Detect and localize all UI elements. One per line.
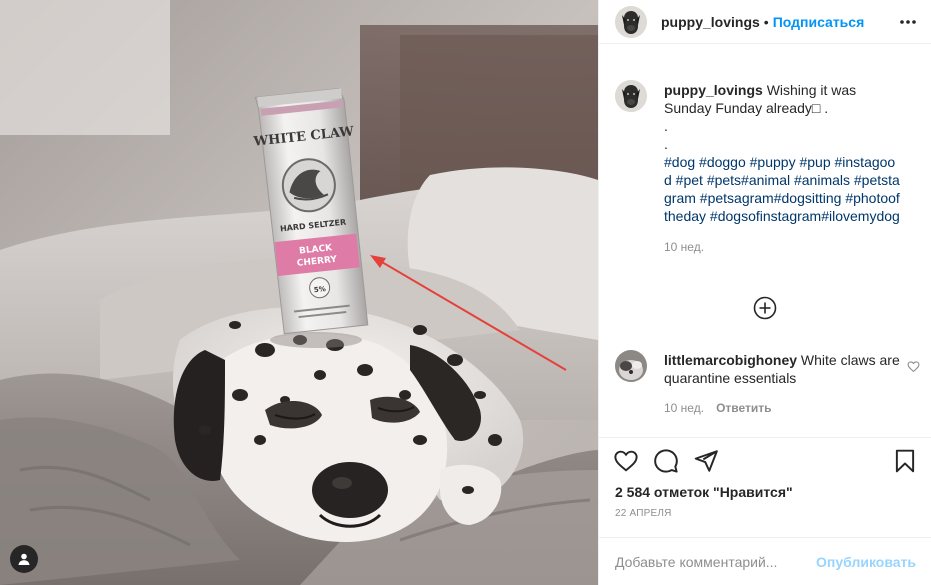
like-button[interactable] [613,448,639,474]
caption-comment: puppy_lovings Wishing it was Sunday Fund… [615,68,920,256]
post-actions [599,448,931,476]
header-divider [599,43,931,44]
puppy-avatar-image [615,5,647,38]
caption-dot-line: . [664,118,668,134]
more-horizontal-icon [900,20,916,24]
puppy-avatar-image [615,80,647,112]
caption-hashtags[interactable]: #dog #doggo #puppy #pup #instagood #pet … [664,153,902,225]
tagged-users-button[interactable] [10,545,38,573]
heart-icon [614,450,638,472]
can-abv: 5% [314,285,327,294]
commenter-username[interactable]: littlemarcobighoney [664,352,797,368]
author-avatar[interactable] [615,5,647,38]
add-comment-bar: Опубликовать [599,537,931,585]
author-username[interactable]: puppy_lovings [661,14,760,30]
comment-button[interactable] [653,448,679,474]
plus-circle-icon [753,296,777,320]
post-date[interactable]: 22 апреля [615,508,672,519]
commenter-avatar-image [615,350,647,382]
reply-button[interactable]: Ответить [716,399,771,417]
comment-like-button[interactable] [907,360,921,374]
comment-time[interactable]: 10 нед. [664,399,704,417]
share-button[interactable] [693,448,719,474]
caption-time[interactable]: 10 нед. [664,238,704,256]
commenter-avatar[interactable] [615,350,647,382]
caption-username[interactable]: puppy_lovings [664,82,763,98]
caption-avatar[interactable] [615,80,647,112]
post-header: puppy_lovings • Подписаться [599,0,931,43]
follow-button[interactable]: Подписаться [773,14,865,30]
comment-input[interactable] [615,553,817,570]
post-sidebar: puppy_lovings • Подписаться puppy_loving… [598,0,931,585]
load-more-comments-button[interactable] [753,296,777,320]
separator-dot: • [763,13,769,30]
comment-item: littlemarcobighoney White claws are quar… [615,338,920,417]
likes-count[interactable]: 2 584 отметок "Нравится" [615,484,793,500]
bookmark-icon [895,449,915,473]
user-tag-icon [18,553,30,565]
save-button[interactable] [892,448,918,474]
comments-list: puppy_lovings Wishing it was Sunday Fund… [599,68,931,436]
post-photo[interactable]: WHITE CLAW HARD SELTZER BLACK CHERRY 5% [0,0,598,585]
caption-dot-line: . [664,136,668,152]
heart-icon [907,361,920,373]
comments-divider [599,437,931,438]
more-options-button[interactable] [896,10,920,34]
paper-plane-icon [694,450,718,472]
post-comment-button[interactable]: Опубликовать [816,554,916,570]
comment-bubble-icon [654,449,678,473]
post-image: WHITE CLAW HARD SELTZER BLACK CHERRY 5% [0,0,598,585]
